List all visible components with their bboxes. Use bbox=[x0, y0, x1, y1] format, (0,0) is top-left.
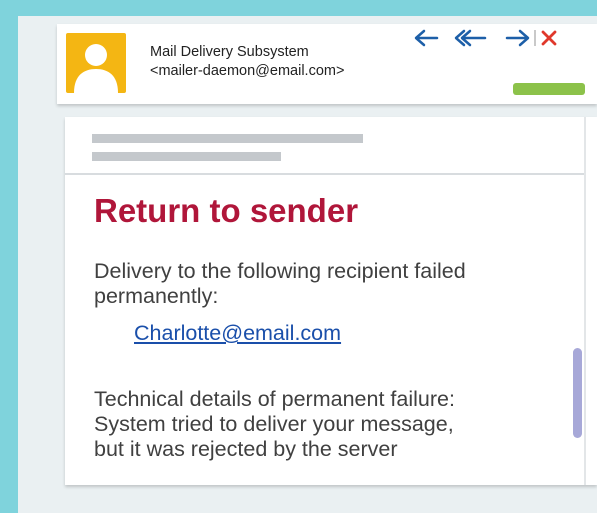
action-divider bbox=[534, 30, 536, 46]
close-icon[interactable] bbox=[539, 27, 559, 49]
details-line-1: Technical details of permanent failure: bbox=[94, 387, 455, 411]
divider bbox=[65, 173, 584, 175]
message-body: Return to sender Delivery to the followi… bbox=[65, 117, 597, 485]
message-header: Mail Delivery Subsystem <mailer-daemon@e… bbox=[57, 24, 597, 104]
message-title: Return to sender bbox=[94, 192, 359, 229]
avatar bbox=[66, 33, 126, 93]
recipient-link[interactable]: Charlotte@email.com bbox=[134, 321, 341, 346]
placeholder-line bbox=[92, 152, 281, 161]
details-line-2: System tried to deliver your message, bbox=[94, 412, 454, 436]
scrollbar-thumb[interactable] bbox=[573, 348, 582, 438]
details-line-3: but it was rejected by the server bbox=[94, 437, 398, 461]
placeholder-line bbox=[92, 134, 363, 143]
scrollbar-track bbox=[584, 117, 586, 485]
status-bar bbox=[513, 83, 585, 95]
sender-email: <mailer-daemon@email.com> bbox=[150, 63, 345, 79]
reply-icon[interactable] bbox=[412, 27, 440, 49]
reply-all-icon[interactable] bbox=[454, 27, 488, 49]
failure-intro: Delivery to the following recipient fail… bbox=[94, 259, 466, 308]
sender-name: Mail Delivery Subsystem bbox=[150, 44, 309, 60]
sender-info: Mail Delivery Subsystem <mailer-daemon@e… bbox=[150, 43, 344, 81]
user-icon bbox=[74, 44, 118, 93]
forward-icon[interactable] bbox=[504, 27, 532, 49]
